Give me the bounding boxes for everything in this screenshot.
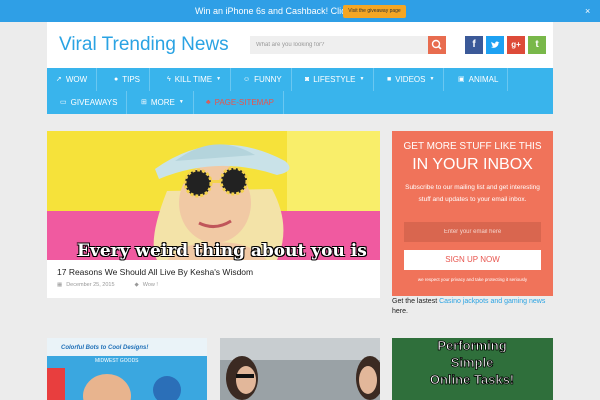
search-button[interactable] [428, 36, 446, 54]
giveaway-button[interactable]: Visit the giveaway page [343, 5, 406, 18]
nav-item-wow[interactable]: ➚ WOW [47, 68, 98, 91]
newsletter-box: GET MORE STUFF LIKE THIS IN YOUR INBOX S… [392, 131, 553, 296]
nav-label: FUNNY [254, 75, 282, 84]
article-thumb[interactable]: Colorful Bots to Cool Designs! MIDWEST G… [47, 338, 207, 400]
thumb-one-text: Colorful Bots to Cool Designs! [61, 345, 148, 351]
article-thumb[interactable] [220, 338, 380, 400]
featured-article[interactable]: Every weird thing about you is 17 Reason… [47, 131, 380, 298]
casino-prefix: Get the lastest [392, 298, 440, 305]
ad-line-three: Online Tasks! [430, 372, 514, 387]
featured-caption: Every weird thing about you is [77, 241, 367, 261]
thumb-image [220, 338, 380, 400]
featured-title[interactable]: 17 Reasons We Should All Live By Kesha's… [57, 267, 253, 277]
nav-label: PAGE-SITEMAP [214, 98, 275, 107]
ad-thumb[interactable]: Performing Simple Online Tasks! [392, 338, 553, 400]
nav-label: ANIMAL [468, 75, 499, 84]
nav-item-more[interactable]: ⊞ MORE ▼ [132, 91, 194, 114]
casino-suffix: here. [392, 308, 408, 315]
featured-meta: ▦ December 25, 2015 ◆ Wow ! [57, 282, 158, 288]
search-icon [431, 39, 442, 50]
nav-label: VIDEOS [395, 75, 426, 84]
calendar-icon: ▦ [57, 282, 63, 288]
nav-item-lifestyle[interactable]: ◙ LIFESTYLE ▼ [296, 68, 375, 91]
facebook-icon[interactable]: f [465, 36, 483, 54]
smile-icon: ☺ [243, 76, 251, 83]
site-header: Viral Trending News f g+ t [47, 22, 553, 68]
nav-item-page-sitemap[interactable]: ♣ PAGE-SITEMAP [197, 91, 285, 114]
email-field[interactable] [404, 222, 541, 242]
sign-up-button[interactable]: SIGN UP NOW [404, 250, 541, 270]
ad-line-two: Simple [451, 355, 494, 370]
privacy-note: we respect your privacy and take protect… [417, 277, 528, 282]
nav-label: GIVEAWAYS [70, 98, 118, 107]
caret-down-icon: ▼ [216, 76, 222, 82]
nav-label: LIFESTYLE [313, 75, 356, 84]
nav-label: MORE [150, 98, 175, 107]
thumb-image: Colorful Bots to Cool Designs! MIDWEST G… [47, 338, 207, 400]
featured-tag[interactable]: Wow ! [143, 282, 158, 288]
search-input[interactable] [250, 36, 428, 54]
casino-text: Get the lastest Casino jackpots and gami… [392, 297, 553, 317]
sitemap-icon: ♣ [206, 99, 211, 106]
caret-down-icon: ▼ [429, 76, 435, 82]
newsletter-heading: GET MORE STUFF LIKE THIS [403, 141, 542, 152]
bulb-icon: ● [114, 76, 119, 83]
newsletter-description: Subscribe to our mailing list and get in… [405, 184, 540, 203]
site-logo[interactable]: Viral Trending News [59, 34, 229, 56]
bolt-icon: ϟ [167, 76, 171, 83]
ad-image: Performing Simple Online Tasks! [392, 338, 553, 400]
plus-icon: ⊞ [141, 99, 147, 106]
thumb-one-sub: MIDWEST GOODS [95, 358, 139, 364]
nav-item-funny[interactable]: ☺ FUNNY [234, 68, 292, 91]
caret-down-icon: ▼ [359, 76, 365, 82]
nav-item-tips[interactable]: ● TIPS [105, 68, 151, 91]
featured-date: December 25, 2015 [66, 282, 115, 288]
close-icon[interactable]: × [585, 5, 590, 17]
nav-item-giveaways[interactable]: ▭ GIVEAWAYS [51, 91, 128, 114]
google-plus-icon[interactable]: g+ [507, 36, 525, 54]
tumblr-icon[interactable]: t [528, 36, 546, 54]
tag-icon: ◆ [134, 282, 139, 288]
nav-label: KILL TIME [174, 75, 213, 84]
main-nav: ➚ WOW ● TIPS ϟ KILL TIME ▼ ☺ FUNNY ◙ LIF… [47, 68, 553, 114]
video-icon: ■ [387, 76, 392, 83]
nav-item-videos[interactable]: ■ VIDEOS ▼ [378, 68, 445, 91]
ad-line-one: Performing [437, 338, 506, 353]
caret-down-icon: ▼ [178, 99, 184, 105]
promo-bar: Win an iPhone 6s and Cashback! Click Her… [0, 0, 600, 22]
money-icon: ▭ [60, 99, 67, 106]
nav-label: WOW [65, 75, 88, 84]
casino-link[interactable]: Casino jackpots and gaming news [439, 298, 545, 305]
nav-item-animal[interactable]: ▣ ANIMAL [449, 68, 509, 91]
twitter-icon[interactable] [486, 36, 504, 54]
nav-label: TIPS [122, 75, 141, 84]
twitter-bird-icon [491, 41, 500, 48]
nav-item-kill-time[interactable]: ϟ KILL TIME ▼ [158, 68, 232, 91]
rocket-icon: ➚ [56, 76, 62, 83]
image-icon: ▣ [458, 76, 465, 83]
camera-icon: ◙ [305, 76, 310, 83]
newsletter-title: IN YOUR INBOX [412, 156, 533, 173]
